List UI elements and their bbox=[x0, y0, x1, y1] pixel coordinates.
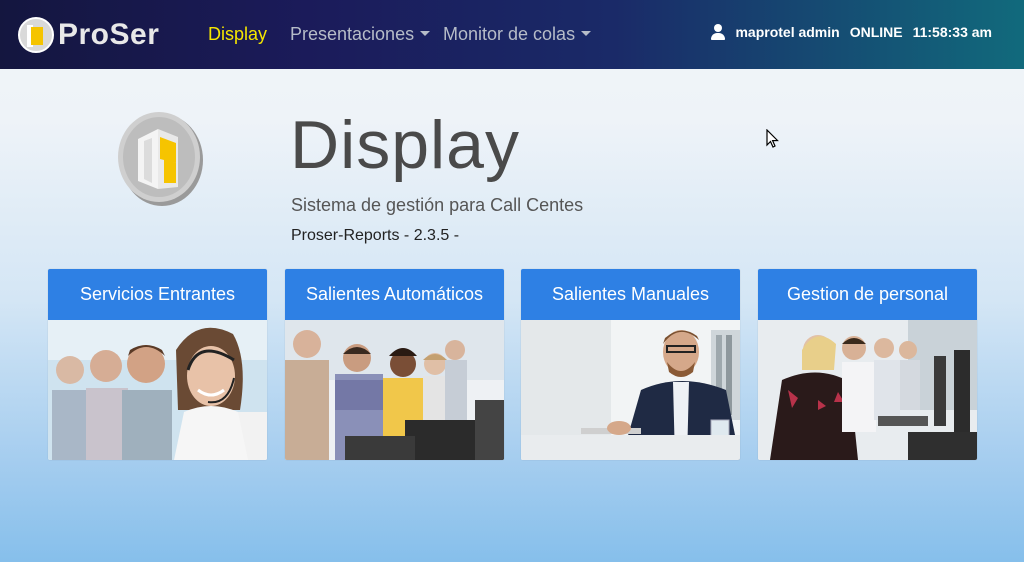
brand[interactable]: ProSer bbox=[18, 15, 159, 55]
card-title[interactable]: Salientes Manuales bbox=[521, 269, 740, 320]
page-title: Display bbox=[290, 107, 520, 183]
nav-link-display[interactable]: Display bbox=[208, 24, 267, 45]
user-icon bbox=[711, 24, 726, 40]
page-subtitle: Sistema de gestión para Call Centes bbox=[291, 195, 584, 215]
card-title[interactable]: Salientes Automáticos bbox=[285, 269, 504, 320]
version-label: Proser-Reports - 2.3.5 - bbox=[291, 227, 460, 244]
brand-name: ProSer bbox=[58, 18, 160, 51]
chevron-down-icon bbox=[581, 30, 592, 36]
proser-logo-icon bbox=[18, 17, 54, 53]
card-image[interactable] bbox=[285, 320, 504, 460]
card-gestion-personal[interactable]: Gestion de personal bbox=[758, 269, 977, 460]
user-area: maprotel admin ONLINE 11:58:33 am bbox=[711, 24, 992, 40]
chevron-down-icon bbox=[420, 30, 431, 36]
top-navbar: ProSer Display Presentaciones Monitor de… bbox=[0, 0, 1024, 69]
card-image[interactable] bbox=[48, 320, 267, 460]
card-title[interactable]: Gestion de personal bbox=[758, 269, 977, 320]
proser-logo-icon bbox=[118, 112, 203, 206]
card-image[interactable] bbox=[521, 320, 740, 460]
mouse-cursor-icon bbox=[766, 129, 779, 148]
card-servicios-entrantes[interactable]: Servicios Entrantes bbox=[48, 269, 267, 460]
nav-dropdown-monitor-colas[interactable]: Monitor de colas bbox=[443, 24, 592, 45]
nav-dropdown-presentaciones[interactable]: Presentaciones bbox=[290, 24, 431, 45]
clock: 11:58:33 am bbox=[912, 24, 992, 40]
card-image[interactable] bbox=[758, 320, 977, 460]
card-salientes-automaticos[interactable]: Salientes Automáticos bbox=[285, 269, 504, 460]
card-title[interactable]: Servicios Entrantes bbox=[48, 269, 267, 320]
user-name[interactable]: maprotel admin bbox=[735, 24, 839, 40]
card-salientes-manuales[interactable]: Salientes Manuales bbox=[521, 269, 740, 460]
status-badge: ONLINE bbox=[849, 24, 903, 40]
